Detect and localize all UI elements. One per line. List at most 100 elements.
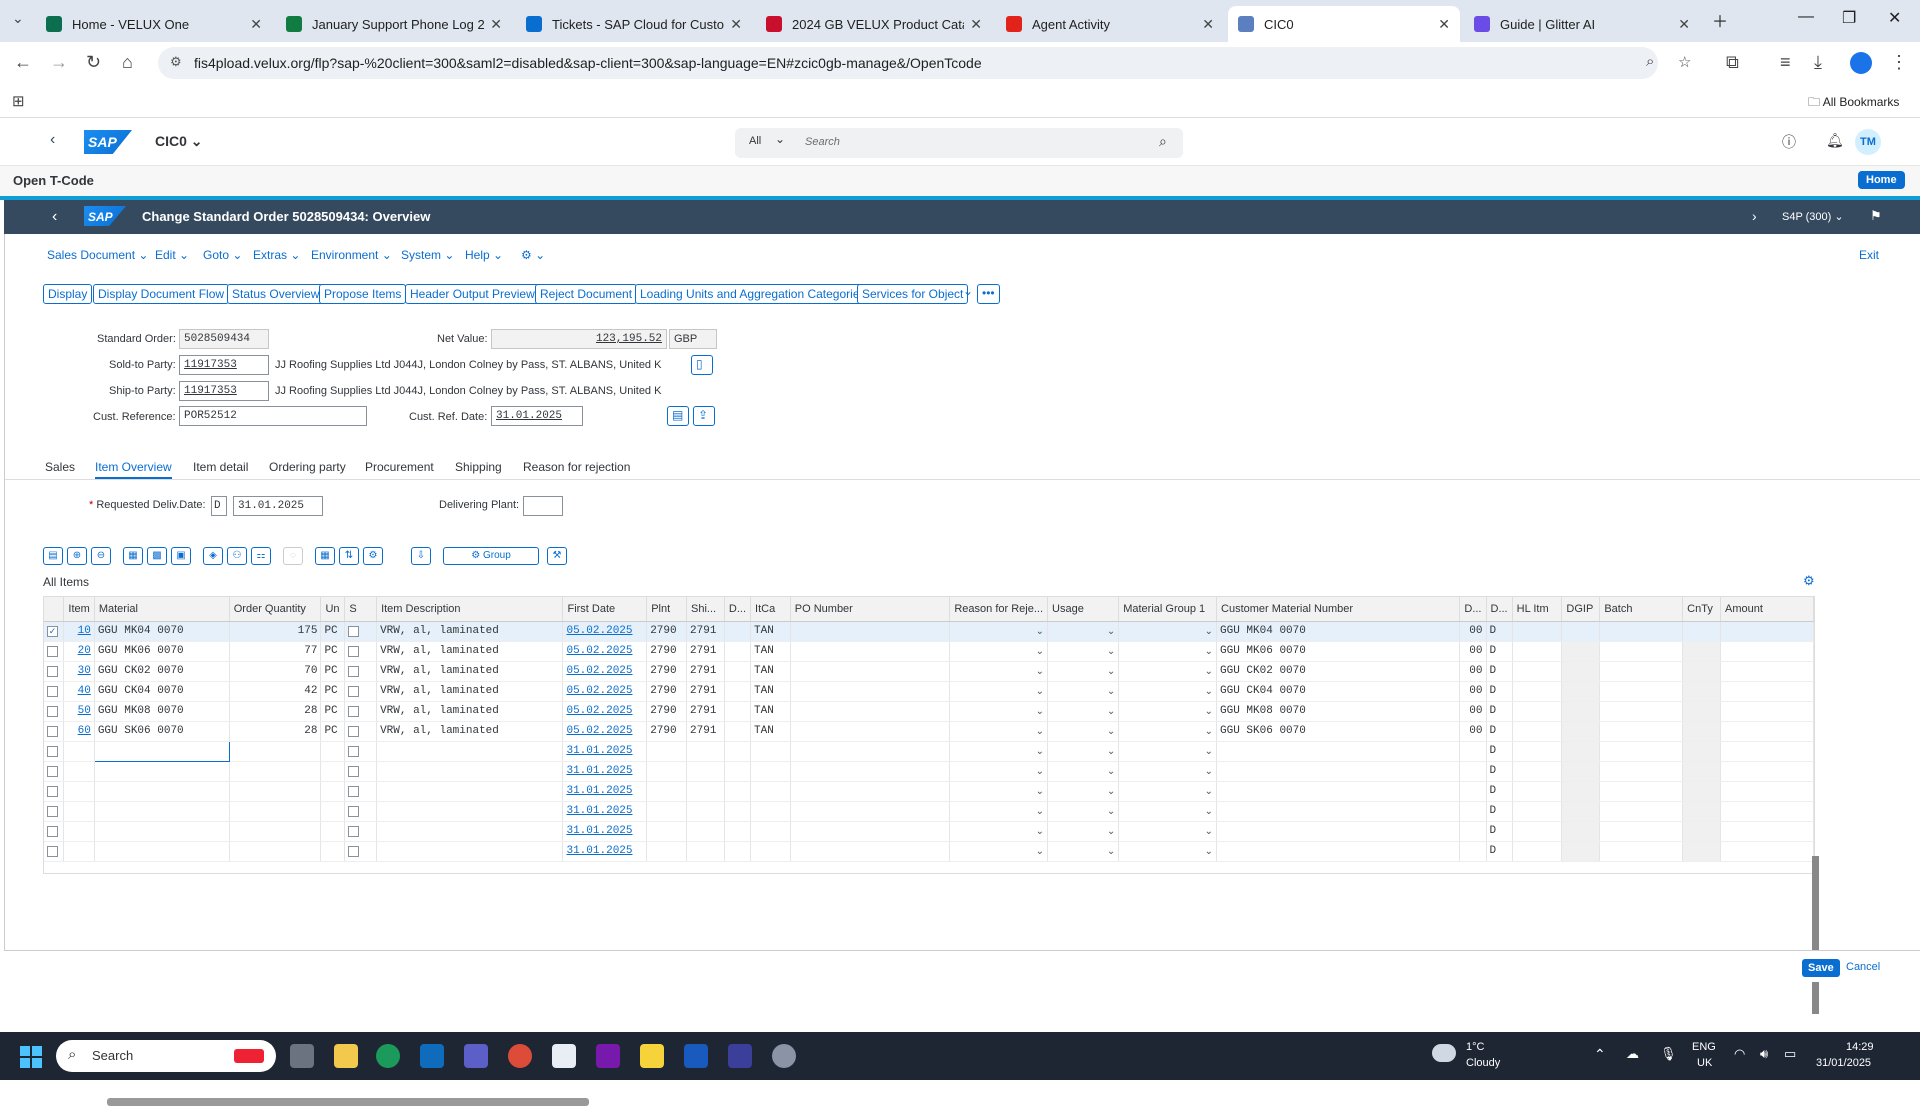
task-view-icon[interactable] bbox=[290, 1044, 314, 1068]
clock-time[interactable]: 14:29 bbox=[1846, 1041, 1874, 1053]
table-row[interactable]: 20 GGU MK06 0070 77 PC VRW, al, laminated 05.… bbox=[44, 641, 1814, 662]
customer-material-cell[interactable]: GGU MK08 0070 bbox=[1216, 701, 1461, 722]
material-group-cell[interactable]: ⌄ bbox=[1118, 701, 1218, 722]
d-cell[interactable]: 00 bbox=[1459, 641, 1487, 662]
table-row[interactable]: 31.01.2025 ⌄ ⌄ ⌄ D bbox=[44, 821, 1814, 842]
table-row[interactable]: ✓ 10 GGU MK04 0070 175 PC VRW, al, laminated 0… bbox=[44, 621, 1814, 642]
status-checkbox[interactable] bbox=[344, 761, 378, 782]
ship-to-field[interactable]: 11917353 bbox=[179, 381, 269, 401]
first-date-cell[interactable]: 05.02.2025 bbox=[562, 621, 648, 642]
column-header[interactable]: Amount bbox=[1720, 597, 1814, 622]
status-checkbox[interactable] bbox=[344, 701, 378, 722]
menu-goto[interactable]: Goto ⌄ bbox=[203, 248, 242, 262]
tab-item-overview[interactable]: Item Overview bbox=[95, 460, 172, 479]
reason-rejection-cell[interactable]: ⌄ bbox=[949, 821, 1049, 842]
action-button-display[interactable]: Display bbox=[43, 284, 93, 304]
usage-cell[interactable]: ⌄ bbox=[1047, 841, 1120, 862]
d-cell[interactable] bbox=[724, 741, 752, 762]
d-cell[interactable] bbox=[1459, 781, 1487, 802]
clock-date[interactable]: 31/01/2025 bbox=[1816, 1057, 1871, 1069]
cust-ref-date-field[interactable]: 31.01.2025 bbox=[491, 406, 583, 426]
customer-material-cell[interactable]: GGU MK04 0070 bbox=[1216, 621, 1461, 642]
usage-cell[interactable]: ⌄ bbox=[1047, 801, 1120, 822]
usage-cell[interactable]: ⌄ bbox=[1047, 721, 1120, 742]
system-selector[interactable]: S4P (300) ⌄ bbox=[1782, 210, 1844, 223]
unit-cell[interactable] bbox=[320, 761, 346, 782]
hl-item-cell[interactable] bbox=[1512, 761, 1563, 782]
volume-icon[interactable]: 🔊︎ bbox=[1760, 1046, 1768, 1062]
column-header[interactable]: Material Group 1 bbox=[1118, 597, 1218, 622]
material-cell[interactable] bbox=[93, 740, 230, 762]
po-number-cell[interactable] bbox=[790, 661, 951, 682]
reason-rejection-cell[interactable]: ⌄ bbox=[949, 841, 1049, 862]
material-cell[interactable] bbox=[94, 841, 230, 862]
batch-cell[interactable] bbox=[1599, 721, 1684, 742]
d-cell[interactable]: D bbox=[1486, 801, 1513, 822]
customer-material-cell[interactable]: GGU SK06 0070 bbox=[1216, 721, 1461, 742]
tab-close-icon[interactable]: ✕ bbox=[1438, 16, 1450, 33]
onedrive-icon[interactable]: ☁ bbox=[1626, 1046, 1639, 1062]
unit-cell[interactable]: PC bbox=[320, 681, 346, 702]
details-icon[interactable]: ▤ bbox=[43, 547, 63, 565]
item-description-cell[interactable] bbox=[376, 801, 564, 822]
customer-material-cell[interactable] bbox=[1216, 761, 1461, 782]
column-header[interactable]: S bbox=[344, 597, 378, 622]
item-description-cell[interactable]: VRW, al, laminated bbox=[376, 701, 564, 722]
batch-cell[interactable] bbox=[1599, 701, 1684, 722]
item-description-cell[interactable]: VRW, al, laminated bbox=[376, 721, 564, 742]
usage-cell[interactable]: ⌄ bbox=[1047, 741, 1120, 762]
avatar[interactable]: TM bbox=[1855, 129, 1881, 155]
item-description-cell[interactable]: VRW, al, laminated bbox=[376, 681, 564, 702]
row-select-checkbox[interactable] bbox=[44, 661, 65, 682]
material-group-cell[interactable]: ⌄ bbox=[1118, 801, 1218, 822]
browser-tab[interactable]: 2024 GB VELUX Product Catalo… ✕ bbox=[756, 6, 992, 42]
tab-sales[interactable]: Sales bbox=[45, 460, 75, 474]
browser-tab[interactable]: Agent Activity ✕ bbox=[996, 6, 1224, 42]
item-category-cell[interactable]: TAN bbox=[750, 681, 791, 702]
usage-cell[interactable]: ⌄ bbox=[1047, 681, 1120, 702]
tab-close-icon[interactable]: ✕ bbox=[490, 16, 502, 33]
plant-cell[interactable]: 2790 bbox=[646, 621, 688, 642]
more-actions-button[interactable]: ••• bbox=[977, 284, 1000, 304]
action-button-loading-units-and-aggregation-categories[interactable]: Loading Units and Aggregation Categories bbox=[635, 284, 871, 304]
column-header[interactable]: First Date bbox=[562, 597, 648, 622]
first-date-cell[interactable]: 31.01.2025 bbox=[562, 801, 648, 822]
order-quantity-cell[interactable] bbox=[229, 841, 322, 862]
block-select-icon[interactable]: ▣ bbox=[171, 547, 191, 565]
search-icon[interactable]: ⌕ bbox=[1159, 133, 1167, 150]
sold-to-field[interactable]: 11917353 bbox=[179, 355, 269, 375]
usage-cell[interactable]: ⌄ bbox=[1047, 701, 1120, 722]
shipping-point-cell[interactable] bbox=[686, 741, 725, 762]
unit-cell[interactable] bbox=[320, 841, 346, 862]
req-deliv-type-field[interactable]: D bbox=[211, 496, 227, 516]
order-quantity-cell[interactable]: 28 bbox=[229, 721, 322, 742]
d-cell[interactable]: D bbox=[1486, 841, 1513, 862]
item-number[interactable]: 50 bbox=[63, 701, 95, 722]
plant-cell[interactable]: 2790 bbox=[646, 701, 688, 722]
amount-cell[interactable] bbox=[1720, 841, 1814, 862]
d-cell[interactable] bbox=[724, 781, 752, 802]
bookmark-star-icon[interactable]: ☆ bbox=[1678, 53, 1691, 71]
shell-search[interactable]: All ⌄ Search ⌕ bbox=[735, 128, 1183, 158]
order-quantity-cell[interactable] bbox=[229, 781, 322, 802]
windows-start-icon[interactable] bbox=[20, 1046, 42, 1068]
order-quantity-cell[interactable]: 175 bbox=[229, 621, 322, 642]
column-header[interactable]: Customer Material Number bbox=[1216, 597, 1461, 622]
item-description-cell[interactable]: VRW, al, laminated bbox=[376, 621, 564, 642]
schedule-icon[interactable]: ⚏ bbox=[251, 547, 271, 565]
onenote-icon[interactable] bbox=[596, 1044, 620, 1068]
order-quantity-cell[interactable]: 28 bbox=[229, 701, 322, 722]
usage-cell[interactable]: ⌄ bbox=[1047, 661, 1120, 682]
row-select-checkbox[interactable] bbox=[44, 821, 65, 842]
shell-back-icon[interactable]: ‹ bbox=[50, 131, 55, 149]
reason-rejection-cell[interactable]: ⌄ bbox=[949, 661, 1049, 682]
address-bar[interactable]: ⚙ fis4pload.velux.org/flp?sap-%20client=… bbox=[158, 47, 1691, 79]
new-tab-button[interactable]: ＋ bbox=[1712, 8, 1728, 32]
cancel-button[interactable]: Cancel bbox=[1846, 961, 1880, 973]
po-number-cell[interactable] bbox=[790, 741, 951, 762]
d-cell[interactable] bbox=[1459, 741, 1487, 762]
first-date-cell[interactable]: 05.02.2025 bbox=[562, 641, 648, 662]
plant-cell[interactable] bbox=[646, 801, 688, 822]
status-checkbox[interactable] bbox=[344, 721, 378, 742]
action-button-reject-document[interactable]: Reject Document bbox=[535, 284, 638, 304]
